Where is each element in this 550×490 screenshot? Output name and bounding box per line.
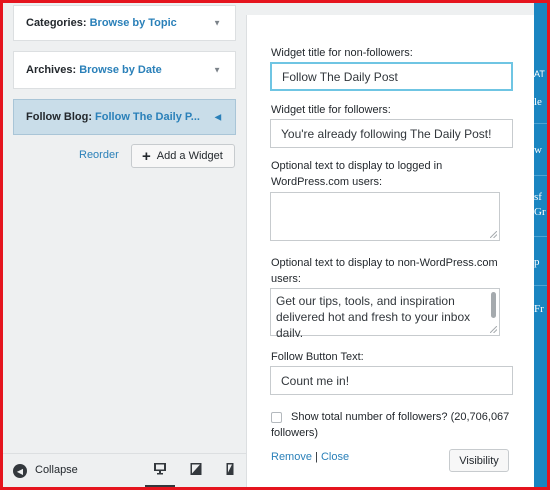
link-separator: | (315, 451, 318, 463)
active-device-indicator (145, 485, 175, 487)
preview-divider (534, 175, 547, 176)
section-prefix: Archives: (26, 64, 77, 76)
textarea-value (276, 197, 486, 241)
remove-link[interactable]: Remove (271, 451, 312, 463)
widget-edit-panel: Widget title for non-followers: Follow T… (246, 15, 534, 487)
resize-grip-icon[interactable] (490, 231, 497, 238)
close-link[interactable]: Close (321, 451, 349, 463)
title-followers-input[interactable]: You're already following The Daily Post! (270, 119, 513, 148)
section-link: Browse by Date (79, 64, 162, 76)
section-prefix: Categories: (26, 17, 87, 29)
logged-in-text-label: Optional text to display to logged in Wo… (271, 160, 443, 188)
tablet-icon[interactable] (189, 462, 203, 476)
preview-divider (534, 123, 547, 124)
title-non-followers-label: Widget title for non-followers: (271, 47, 413, 59)
textarea-value: Get our tips, tools, and inspiration del… (276, 294, 471, 337)
widget-actions: Remove | Close (271, 451, 349, 463)
screenshot-frame: Categories: Browse by Topic ▼ Archives: … (0, 0, 550, 490)
preview-divider (534, 236, 547, 237)
show-followers-label: Show total number of followers? (20,706,… (291, 411, 510, 423)
preview-divider (534, 285, 547, 286)
non-wp-text-textarea[interactable]: Get our tips, tools, and inspiration del… (270, 288, 500, 337)
preview-fragment: Gr (534, 206, 546, 218)
widget-section-archives[interactable]: Archives: Browse by Date ▼ (13, 51, 236, 89)
title-followers-label: Widget title for followers: (271, 104, 391, 116)
widget-section-categories[interactable]: Categories: Browse by Topic ▼ (13, 5, 236, 41)
desktop-icon[interactable] (153, 462, 167, 476)
show-followers-checkbox[interactable] (271, 412, 282, 423)
section-prefix: Follow Blog: (26, 111, 92, 123)
section-link: Follow The Daily P... (95, 111, 200, 123)
customizer-footer: ◀ Collapse (3, 453, 247, 487)
textarea-scrollbar[interactable] (491, 292, 496, 318)
site-preview-strip[interactable]: AT le w sf Gr p Fr (534, 3, 547, 487)
logged-in-text-textarea[interactable] (270, 192, 500, 241)
follow-button-text-label: Follow Button Text: (271, 351, 364, 363)
title-non-followers-input[interactable]: Follow The Daily Post (270, 62, 513, 91)
preview-fragment: Fr (534, 303, 544, 315)
preview-fragment: sf (534, 191, 542, 203)
preview-fragment: AT (534, 69, 545, 79)
resize-grip-icon[interactable] (490, 326, 497, 333)
show-followers-label-cont: followers) (271, 427, 319, 439)
add-widget-button[interactable]: + Add a Widget (131, 144, 235, 168)
preview-fragment: w (534, 144, 542, 156)
customizer-sidebar: Categories: Browse by Topic ▼ Archives: … (3, 3, 247, 487)
widget-section-follow-blog[interactable]: Follow Blog: Follow The Daily P... ◀ (13, 99, 236, 135)
preview-fragment: le (534, 96, 542, 108)
section-link: Browse by Topic (89, 17, 177, 29)
follow-button-text-input[interactable]: Count me in! (270, 366, 513, 395)
chevron-left-icon[interactable]: ◀ (215, 113, 221, 122)
mobile-icon[interactable] (223, 462, 237, 476)
visibility-button[interactable]: Visibility (449, 449, 509, 472)
chevron-down-icon[interactable]: ▼ (213, 19, 221, 28)
collapse-label[interactable]: Collapse (35, 464, 78, 476)
non-wp-text-label: Optional text to display to non-WordPres… (271, 257, 498, 285)
chevron-down-icon[interactable]: ▼ (213, 66, 221, 75)
reorder-link[interactable]: Reorder (79, 149, 119, 161)
collapse-icon[interactable]: ◀ (13, 464, 27, 478)
plus-icon: + (142, 147, 151, 165)
add-widget-label: Add a Widget (156, 150, 223, 162)
preview-fragment: p (534, 256, 540, 268)
